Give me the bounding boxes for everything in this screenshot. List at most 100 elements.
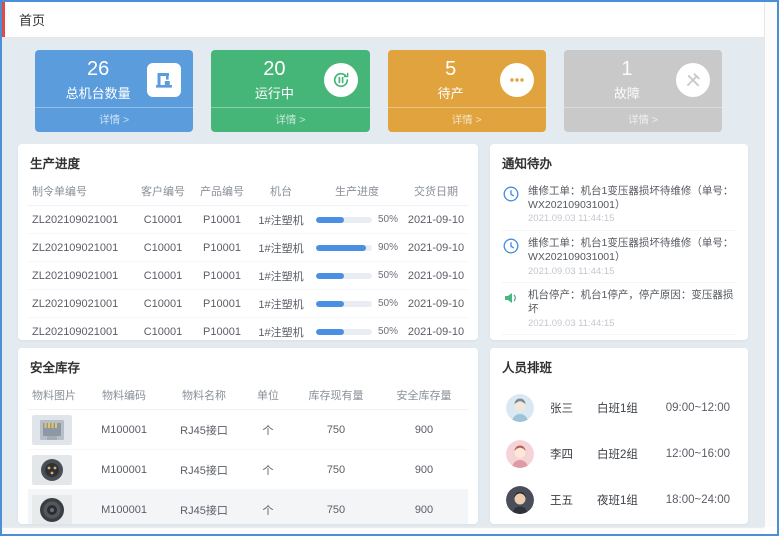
col-stock-qty: 库存现有量 (292, 381, 380, 410)
table-row: ZL202109021001 C10001 P10001 1#注塑机 50% 2… (28, 206, 468, 234)
cell-material-code: M100001 (84, 490, 164, 525)
progress-percent: 50% (378, 326, 398, 337)
col-material-code: 物料编码 (84, 381, 164, 410)
rj45-connector-photo (32, 415, 72, 445)
personnel-schedule-panel: 人员排班 张三 白班1组 09:00~12:00 (490, 348, 748, 524)
employee-name: 李四 (550, 446, 597, 462)
cell-machine: 1#注塑机 (252, 206, 310, 234)
panel-title-schedule: 人员排班 (490, 348, 748, 381)
cell-unit: 个 (244, 450, 292, 490)
table-row: M100001 RJ45接口 个 750 900 (28, 410, 468, 450)
progress-percent: 50% (378, 298, 398, 309)
notification-text: 维修工单：机台1变压器损坏待维修（单号：WX202109031001） (528, 184, 736, 212)
progress-bar (316, 329, 372, 335)
app-window: 首页 26 总机台数量 (0, 0, 779, 536)
round-connector-photo (32, 455, 72, 485)
cell-material-name: RJ45接口 (164, 410, 244, 450)
total-machines-detail-link[interactable]: 详情 > (35, 107, 193, 132)
table-header-row: 物料图片 物料编码 物料名称 单位 库存现有量 安全库存量 (28, 381, 468, 410)
stat-card-body: 26 总机台数量 (35, 50, 193, 102)
vertical-scrollbar[interactable] (764, 2, 777, 527)
cell-machine: 1#注塑机 (252, 290, 310, 318)
production-progress-panel: 生产进度 制令单编号 客户编号 产品编号 机台 生产进度 交货日期 (18, 144, 478, 340)
shift-time: 09:00~12:00 (666, 402, 730, 414)
production-table: 制令单编号 客户编号 产品编号 机台 生产进度 交货日期 ZL202109021… (28, 177, 468, 340)
employee-name: 张三 (550, 400, 597, 416)
employee-name: 王五 (550, 492, 597, 508)
cell-stock-qty: 750 (292, 410, 380, 450)
stat-card-main: 5 待产 (402, 58, 500, 102)
cell-product-no: P10001 (192, 318, 252, 341)
cell-unit: 个 (244, 410, 292, 450)
schedule-row: 李四 白班2组 12:00~16:00 (506, 431, 730, 477)
cell-customer-no: C10001 (134, 318, 192, 341)
dashboard-content: 26 总机台数量 详情 (2, 38, 764, 527)
col-progress: 生产进度 (310, 177, 404, 206)
fault-value: 1 (578, 58, 676, 81)
stat-card-body: 1 故障 (564, 50, 722, 102)
running-value: 20 (225, 58, 323, 81)
clock-icon (502, 185, 520, 203)
table-row: ZL202109021001 C10001 P10001 1#注塑机 50% 2… (28, 262, 468, 290)
cell-product-no: P10001 (192, 290, 252, 318)
top-navbar: 首页 (2, 2, 764, 38)
cell-machine: 1#注塑机 (252, 262, 310, 290)
table-row: ZL202109021001 C10001 P10001 1#注塑机 50% 2… (28, 318, 468, 341)
table-header-row: 制令单编号 客户编号 产品编号 机台 生产进度 交货日期 (28, 177, 468, 206)
shift-label: 白班2组 (597, 446, 666, 462)
cell-delivery-date: 2021-09-10 (404, 262, 468, 290)
stat-card-standby[interactable]: 5 待产 详情 > (388, 50, 546, 132)
stat-card-body: 5 待产 (388, 50, 546, 102)
table-row: M100001 RJ45接口 个 750 900 (28, 490, 468, 525)
running-label: 运行中 (225, 83, 323, 102)
cell-customer-no: C10001 (134, 290, 192, 318)
col-unit: 单位 (244, 381, 292, 410)
col-order-no: 制令单编号 (28, 177, 134, 206)
schedule-row: 张三 白班1组 09:00~12:00 (506, 385, 730, 431)
cell-delivery-date: 2021-09-10 (404, 206, 468, 234)
cell-progress: 50% (310, 262, 404, 290)
notification-body: 维修工单：机台1变压器损坏待维修（单号：WX202109031001） 2021… (528, 184, 736, 226)
cell-order-no: ZL202109021001 (28, 318, 134, 341)
notification-time: 2021.09.03 11:44:15 (528, 266, 736, 279)
cell-material-image (28, 450, 84, 490)
notification-item[interactable]: 维修工单：机台1变压器损坏待维修（单号：WX202109031001） 2021… (502, 231, 736, 283)
cell-customer-no: C10001 (134, 262, 192, 290)
cell-unit: 个 (244, 490, 292, 525)
running-detail-link[interactable]: 详情 > (211, 107, 369, 132)
lisi-avatar (506, 440, 534, 468)
running-icon (324, 63, 358, 97)
cell-stock-qty: 750 (292, 490, 380, 525)
notification-item[interactable]: 计划暂停：机台1生产计划已暂停 2021.09.03 11:44:15 (502, 335, 736, 340)
horizontal-scrollbar[interactable] (2, 527, 764, 534)
col-delivery-date: 交货日期 (404, 177, 468, 206)
progress-bar (316, 245, 372, 251)
fault-detail-link[interactable]: 详情 > (564, 107, 722, 132)
dashboard-page: 首页 26 总机台数量 (2, 2, 764, 527)
notification-item[interactable]: 维修工单：机台1变压器损坏待维修（单号：WX202109031001） 2021… (502, 179, 736, 231)
cell-product-no: P10001 (192, 262, 252, 290)
notification-item[interactable]: 机台停产：机台1停产，停产原因：变压器损坏 2021.09.03 11:44:1… (502, 283, 736, 335)
notification-text: 机台停产：机台1停产，停产原因：变压器损坏 (528, 288, 736, 316)
stat-cards-row: 26 总机台数量 详情 (18, 50, 748, 132)
cell-safety-qty: 900 (380, 490, 468, 525)
active-tab-indicator (2, 2, 5, 37)
standby-detail-link[interactable]: 详情 > (388, 107, 546, 132)
progress-bar (316, 217, 372, 223)
standby-value: 5 (402, 58, 500, 81)
notification-body: 维修工单：机台1变压器损坏待维修（单号：WX202109031001） 2021… (528, 236, 736, 278)
cell-stock-qty: 750 (292, 450, 380, 490)
stat-card-fault[interactable]: 1 故障 详情 > (564, 50, 722, 132)
shift-label: 白班1组 (597, 400, 666, 416)
schedule-list: 张三 白班1组 09:00~12:00 李四 白班2组 12:00~16:00 (490, 381, 748, 523)
fault-label: 故障 (578, 83, 676, 102)
cell-delivery-date: 2021-09-10 (404, 290, 468, 318)
progress-percent: 50% (378, 270, 398, 281)
table-row: M100001 RJ45接口 个 750 900 (28, 450, 468, 490)
panel-title-production: 生产进度 (18, 144, 478, 177)
stat-card-running[interactable]: 20 运行中 详情 > (211, 50, 369, 132)
cell-material-code: M100001 (84, 410, 164, 450)
stat-card-total-machines[interactable]: 26 总机台数量 详情 (35, 50, 193, 132)
cell-material-name: RJ45接口 (164, 490, 244, 525)
cell-customer-no: C10001 (134, 234, 192, 262)
